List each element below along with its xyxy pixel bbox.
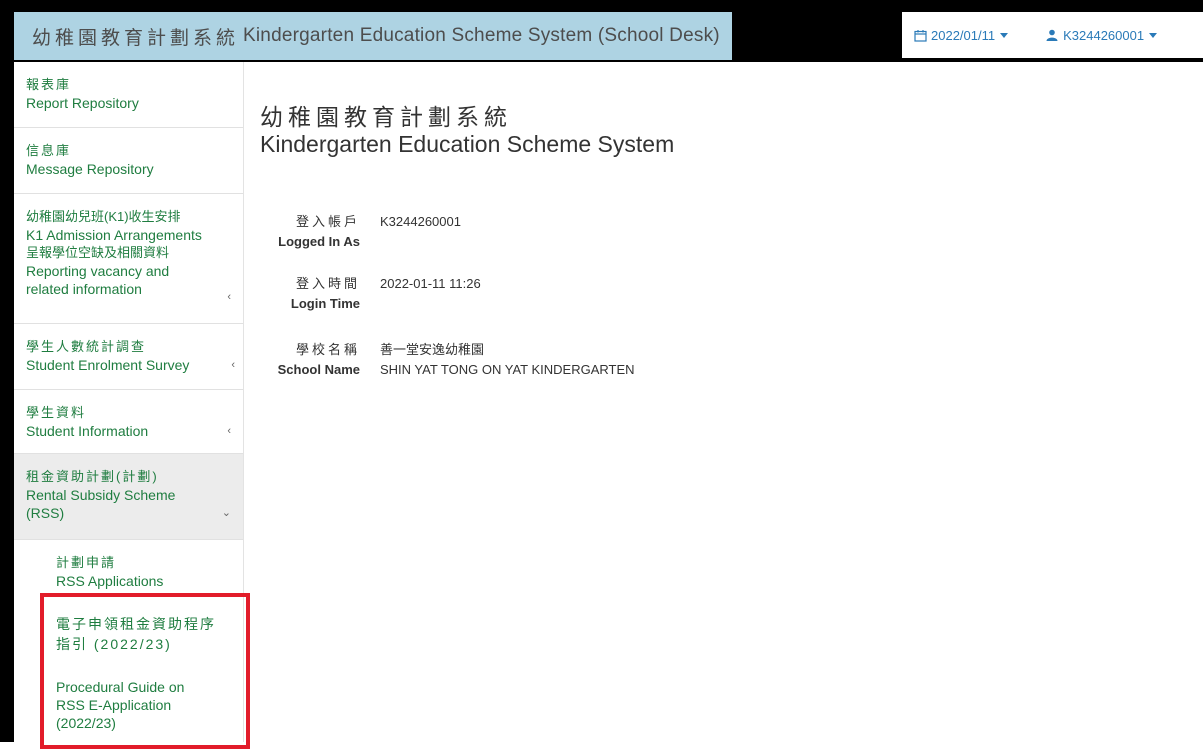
chevron-left-icon: ‹ (227, 425, 231, 437)
window-edge (0, 62, 14, 742)
chevron-left-icon: ‹ (227, 291, 231, 303)
info-label: 學校名稱 School Name (260, 340, 360, 380)
sidebar-item-label-en2: Reporting vacancy and related informatio… (26, 263, 170, 297)
chevron-left-icon: ‹ (231, 359, 235, 371)
sidebar-item-label-zh: 幼稚園幼兒班(K1)收生安排 (26, 209, 181, 224)
sidebar-item-label-en: K1 Admission Arrangements (26, 227, 202, 243)
sidebar-item-label-zh: 信息庫 (26, 143, 72, 158)
info-label: 登入帳戶 Logged In As (260, 212, 360, 252)
date-dropdown[interactable]: 2022/01/11 (914, 27, 1009, 43)
sidebar-item-label-zh: 學生資料 (26, 405, 87, 420)
sidebar-subitem-label-zh: 電子申領租金資助程序指引 (2022/23) (56, 616, 216, 652)
sidebar-subitem-label-zh: 計劃申請 (56, 555, 117, 570)
sidebar-item-label-zh: 租金資助計劃(計劃) (26, 469, 159, 484)
top-bar: 幼稚園教育計劃系統 Kindergarten Education Scheme … (0, 0, 1203, 62)
date-label: 2022/01/11 (931, 27, 996, 43)
top-right-menu: 2022/01/11 K3244260001 (902, 12, 1203, 58)
main-content: 幼稚園教育計劃系統 Kindergarten Education Scheme … (260, 62, 1200, 742)
info-row-logged-in-as: 登入帳戶 Logged In As K3244260001 (260, 212, 960, 256)
sidebar-item-student-information[interactable]: 學生資料 Student Information ‹ (14, 390, 243, 454)
app-title-en: Kindergarten Education Scheme System (Sc… (243, 25, 720, 46)
user-icon (1046, 29, 1058, 41)
info-row-login-time: 登入時間 Login Time 2022-01-11 11:26 (260, 274, 960, 318)
info-label-zh: 登入帳戶 (295, 214, 360, 229)
info-label-en: Logged In As (278, 234, 360, 249)
caret-down-icon (1149, 32, 1158, 38)
user-dropdown[interactable]: K3244260001 (1046, 27, 1158, 43)
app-title-zh: 幼稚園教育計劃系統 (32, 27, 240, 49)
calendar-icon (914, 29, 927, 42)
page-title-en: Kindergarten Education Scheme System (260, 131, 675, 157)
sidebar-item-label-en: Student Enrolment Survey (26, 357, 190, 373)
info-value: 2022-01-11 11:26 (380, 276, 481, 291)
info-label-en: Login Time (290, 296, 360, 311)
user-label: K3244260001 (1063, 27, 1145, 43)
sidebar-item-label-en: Report Repository (26, 95, 139, 111)
info-label-zh: 登入時間 (295, 276, 360, 291)
sidebar-item-label-en: Message Repository (26, 161, 154, 177)
sidebar-subitem-label-en: RSS Applications (56, 573, 164, 589)
app-title[interactable]: 幼稚園教育計劃系統 Kindergarten Education Scheme … (14, 12, 732, 60)
sidebar: 報表庫 Report Repository 信息庫 Message Reposi… (14, 62, 244, 742)
sidebar-item-report-repository[interactable]: 報表庫 Report Repository (14, 62, 243, 128)
info-label: 登入時間 Login Time (260, 274, 360, 314)
info-value: 善一堂安逸幼稚園 SHIN YAT TONG ON YAT KINDERGART… (380, 340, 635, 380)
caret-down-icon (1000, 32, 1009, 38)
info-label-en: School Name (277, 362, 360, 377)
school-name-zh: 善一堂安逸幼稚園 (380, 342, 485, 357)
sidebar-item-label-en: Rental Subsidy Scheme (RSS) (26, 487, 176, 521)
sidebar-item-message-repository[interactable]: 信息庫 Message Repository (14, 128, 243, 194)
sidebar-item-rental-subsidy-scheme[interactable]: 租金資助計劃(計劃) Rental Subsidy Scheme (RSS) ⌄ (14, 454, 243, 540)
sidebar-item-label-en: Student Information (26, 423, 149, 439)
sidebar-item-k1-admission[interactable]: 幼稚園幼兒班(K1)收生安排 K1 Admission Arrangements… (14, 194, 243, 324)
info-row-school-name: 學校名稱 School Name 善一堂安逸幼稚園 SHIN YAT TONG … (260, 340, 960, 384)
sidebar-item-student-enrolment-survey[interactable]: 學生人數統計調查 Student Enrolment Survey ‹ (14, 324, 243, 390)
info-value: K3244260001 (380, 214, 461, 229)
page-title-zh: 幼稚園教育計劃系統 (260, 104, 512, 130)
school-name-en: SHIN YAT TONG ON YAT KINDERGARTEN (380, 362, 635, 377)
info-label-zh: 學校名稱 (295, 342, 360, 357)
sidebar-subitem-label-en: Procedural Guide on RSS E-Application (2… (56, 679, 185, 731)
sidebar-item-label-zh: 報表庫 (26, 77, 72, 92)
sidebar-subitem-rss-applications[interactable]: 計劃申請 RSS Applications (14, 540, 243, 600)
sidebar-subitem-procedural-guide[interactable]: 電子申領租金資助程序指引 (2022/23) Procedural Guide … (14, 600, 243, 742)
chevron-down-icon: ⌄ (221, 507, 231, 519)
sidebar-item-label-zh2: 呈報學位空缺及相關資料 (26, 245, 170, 260)
sidebar-item-label-zh: 學生人數統計調查 (26, 339, 147, 354)
